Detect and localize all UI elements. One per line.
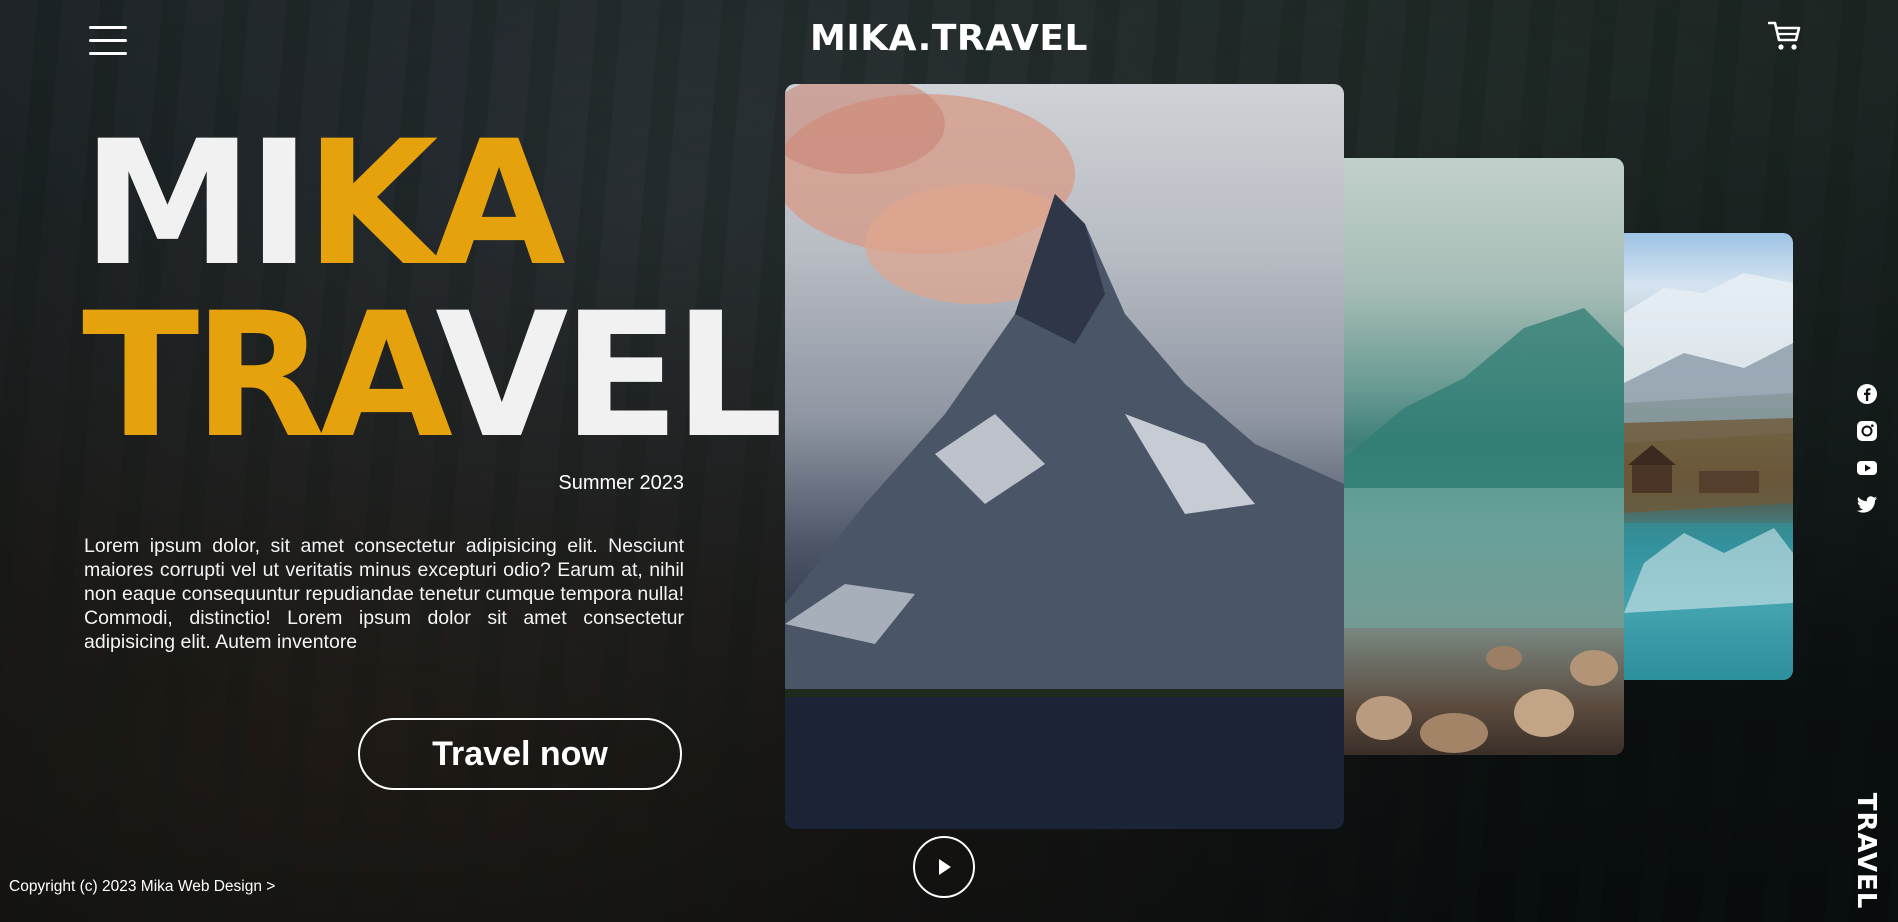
alpine-village-photo[interactable] [1624, 233, 1793, 680]
twitter-icon[interactable] [1856, 494, 1878, 516]
hero-title-tra: TRA [82, 275, 441, 476]
side-travel-label: TRAVEL [1851, 793, 1881, 910]
hero-title-mi: MI [82, 103, 311, 304]
mountain-lake-photo[interactable] [1344, 158, 1624, 755]
mountain-peak-photo[interactable] [785, 84, 1344, 829]
instagram-icon[interactable] [1856, 420, 1878, 442]
hero-title-ka: KA [305, 103, 565, 304]
footer-copyright-link[interactable]: Copyright (c) 2023 Mika Web Design > [9, 878, 275, 896]
youtube-icon[interactable] [1856, 457, 1878, 479]
side-travel-text: TRAVEL [1851, 792, 1881, 910]
site-header: MIKA.TRAVEL [0, 0, 1898, 80]
facebook-icon[interactable] [1856, 383, 1878, 405]
play-video-button[interactable] [913, 836, 975, 898]
hero-title: MIKA TRAVEL [82, 118, 783, 462]
shopping-cart-icon[interactable] [1767, 20, 1802, 52]
season-label: Summer 2023 [558, 472, 684, 494]
travel-now-button[interactable]: Travel now [358, 718, 682, 790]
hero-title-vel: VEL [435, 275, 783, 476]
hero-description: Lorem ipsum dolor, sit amet consectetur … [84, 535, 684, 653]
play-icon [939, 859, 951, 875]
hero-title-line-1: MIKA [82, 118, 777, 290]
site-logo[interactable]: MIKA.TRAVEL [0, 18, 1898, 59]
hero-title-line-2: TRAVEL [82, 290, 783, 462]
